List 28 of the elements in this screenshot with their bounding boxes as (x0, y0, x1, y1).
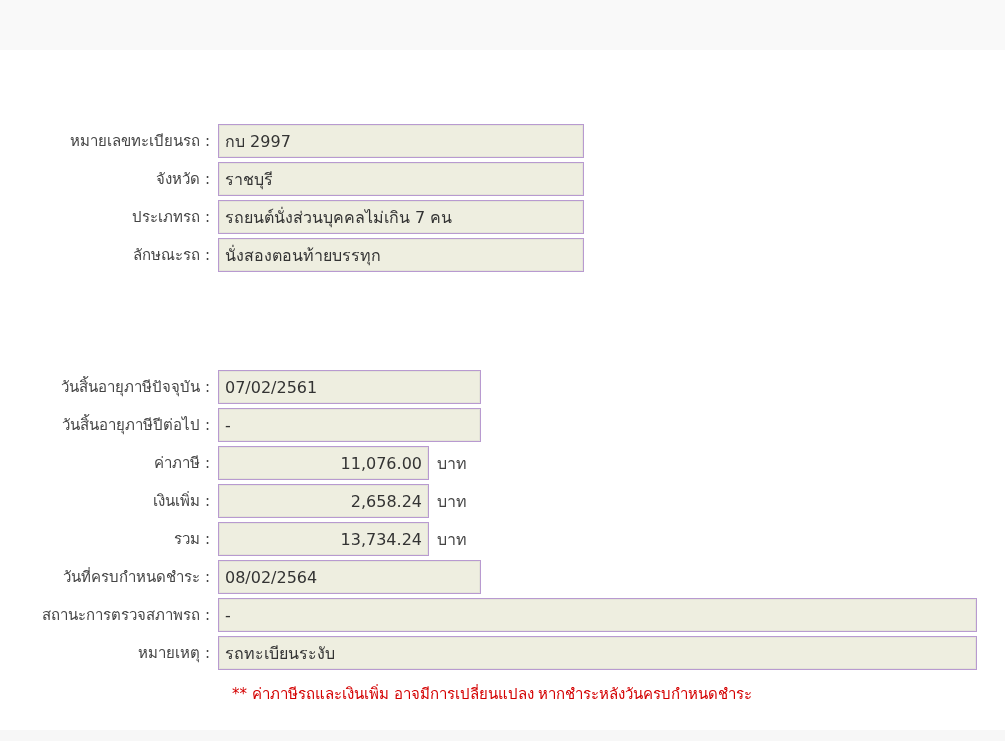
value-field[interactable]: 08/02/2564 (218, 560, 481, 594)
field-label: หมายเหตุ : (137, 643, 211, 665)
value-field[interactable]: 11,076.00 (218, 446, 429, 480)
field-label: รวม : (173, 529, 211, 550)
unit-label: บาท (437, 452, 467, 475)
value-field[interactable]: ราชบุรี (218, 162, 584, 196)
field-label: วันที่ครบกำหนดชำระ : (62, 566, 211, 588)
field-label: ค่าภาษี : (153, 453, 211, 474)
field-label: จังหวัด : (155, 169, 211, 190)
value-field[interactable]: กบ 2997 (218, 124, 584, 158)
field-label: วันสิ้นอายุภาษีปีต่อไป : (61, 413, 211, 437)
value-field[interactable]: 13,734.24 (218, 522, 429, 556)
value-field[interactable]: 2,658.24 (218, 484, 429, 518)
field-label: เงินเพิ่ม : (152, 490, 211, 512)
value-field[interactable]: 07/02/2561 (218, 370, 481, 404)
value-field[interactable]: รถยนต์นั่งส่วนบุคคลไม่เกิน 7 คน (218, 200, 584, 234)
value-field[interactable]: นั่งสองตอนท้ายบรรทุก (218, 238, 584, 272)
field-label: วันสิ้นอายุภาษีปัจจุบัน : (60, 375, 211, 399)
value-field[interactable]: รถทะเบียนระงับ (218, 636, 977, 670)
unit-label: บาท (437, 528, 467, 551)
field-label: หมายเลขทะเบียนรถ : (69, 131, 211, 152)
value-field[interactable]: - (218, 408, 481, 442)
value-field[interactable]: - (218, 598, 977, 632)
field-label: ลักษณะรถ : (132, 245, 211, 266)
unit-label: บาท (437, 490, 467, 513)
field-label: สถานะการตรวจสภาพรถ : (41, 605, 211, 626)
field-label: ประเภทรถ : (131, 207, 211, 228)
warning-note: ** ค่าภาษีรถและเงินเพิ่ม อาจมีการเปลี่ยนแปลง หากชำระหลังวันครบกำหนดชำระ (232, 685, 753, 703)
